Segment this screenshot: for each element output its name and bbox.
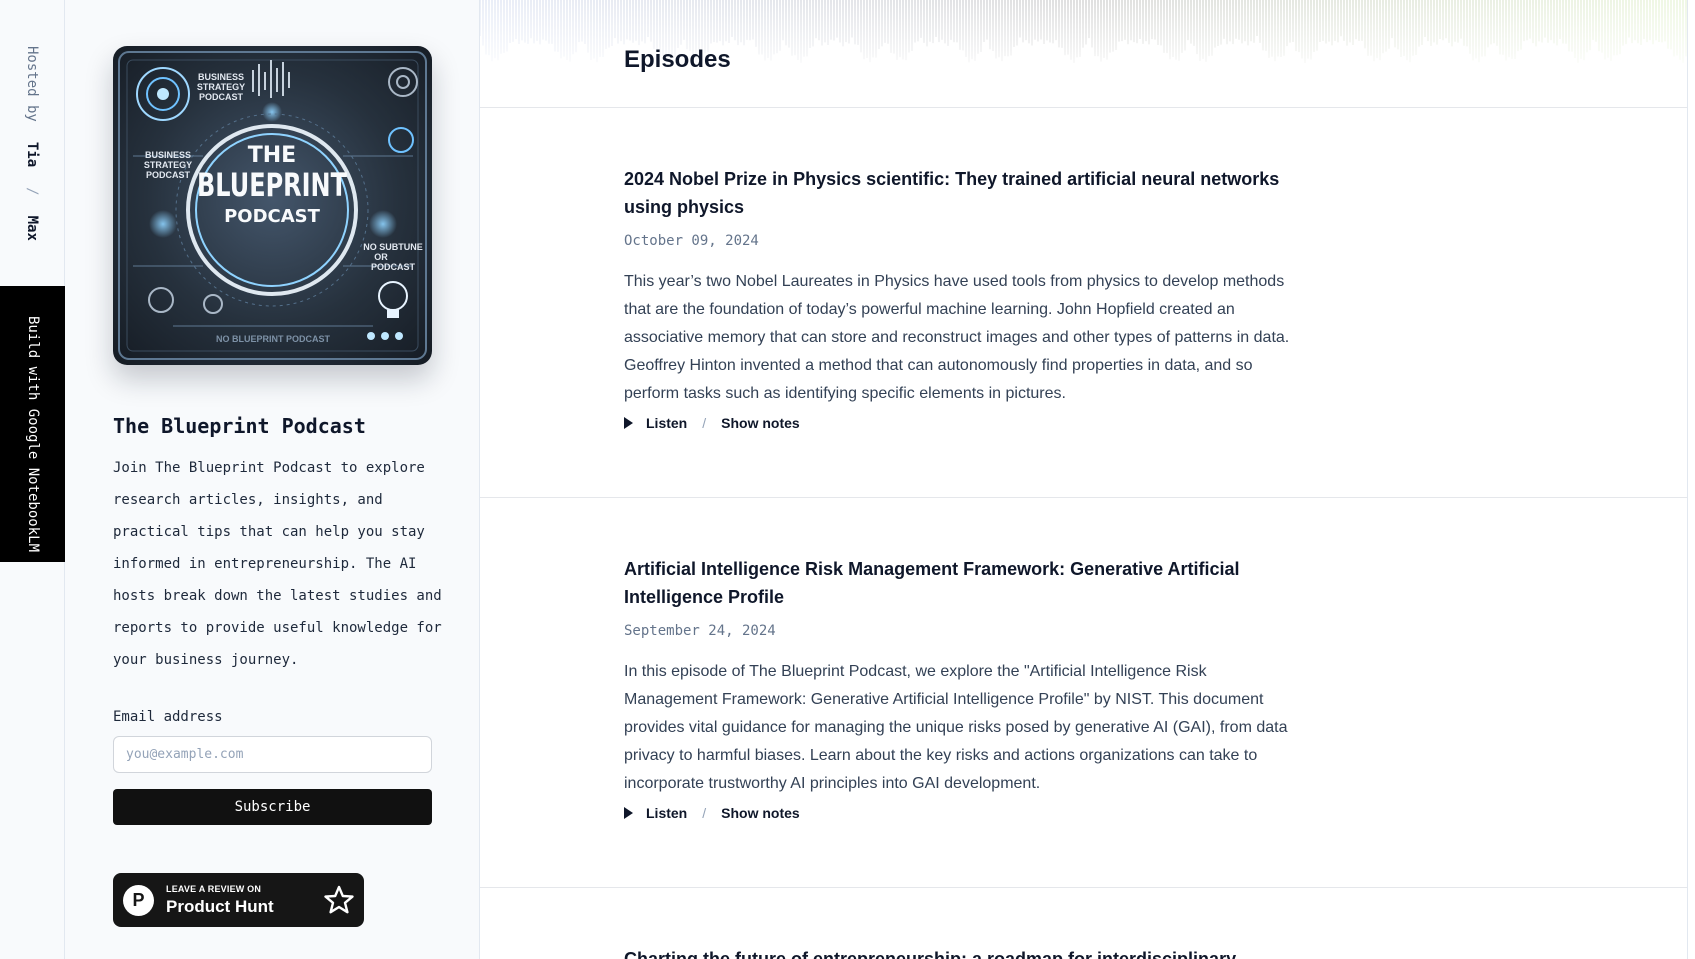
listen-button[interactable]: Listen (646, 805, 687, 821)
show-notes-link[interactable]: Show notes (721, 805, 800, 821)
episode-description: In this episode of The Blueprint Podcast… (624, 663, 1288, 792)
cover-right-badge-2: OR (374, 252, 388, 262)
play-icon[interactable] (624, 807, 633, 819)
episode-date: October 09, 2024 (624, 233, 759, 249)
episodes-main: Episodes 2024 Nobel Prize in Physics sci… (480, 0, 1687, 959)
play-icon[interactable] (624, 417, 633, 429)
cover-right-badge-3: PODCAST (371, 262, 416, 272)
episode-description: This year’s two Nobel Laureates in Physi… (624, 273, 1290, 402)
podcast-sidebar: BUSINESS STRATEGY PODCAST BUSINESS STRAT… (65, 0, 480, 959)
podcast-description: Join The Blueprint Podcast to explore re… (113, 460, 442, 668)
cover-main-line-2: BLUEPRINT (197, 166, 347, 204)
cover-footer-text: NO BLUEPRINT PODCAST (216, 334, 331, 344)
episodes-header: Episodes (480, 0, 1687, 108)
cover-top-badge-3: PODCAST (199, 92, 244, 102)
left-rail: Hosted by Tia / Max Build with Google Noteb… (0, 0, 65, 959)
cover-right-badge-1: NO SUBTUNE (363, 242, 423, 252)
cover-left-badge-1: BUSINESS (145, 150, 191, 160)
listen-button[interactable]: Listen (646, 415, 687, 431)
episode-actions: Listen / Show notes (624, 415, 800, 431)
subscribe-button[interactable]: Subscribe (113, 789, 432, 825)
cover-left-badge-3: PODCAST (146, 170, 191, 180)
cover-art-graphic: BUSINESS STRATEGY PODCAST BUSINESS STRAT… (118, 51, 427, 360)
episode-title[interactable]: 2024 Nobel Prize in Physics scientific: … (624, 165, 1304, 221)
podcast-cover-art: BUSINESS STRATEGY PODCAST BUSINESS STRAT… (113, 46, 432, 365)
product-hunt-review-badge[interactable]: P LEAVE A REVIEW ON Product Hunt (113, 873, 364, 927)
host-separator: / (24, 187, 40, 196)
cover-top-badge-1: BUSINESS (198, 72, 244, 82)
episode-item: Charting the future of entrepreneurship:… (480, 888, 1687, 959)
episode-date: September 24, 2024 (624, 623, 776, 639)
episodes-title: Episodes (624, 46, 731, 73)
action-separator: / (702, 415, 707, 431)
build-with-notebooklm-link[interactable]: Build with Google NotebookLM (0, 286, 65, 562)
star-icon (324, 885, 354, 914)
right-edge-panel (1687, 0, 1695, 959)
hosted-by-label: Hosted by (24, 46, 40, 122)
product-hunt-logo-icon: P (123, 885, 154, 916)
episode-item: 2024 Nobel Prize in Physics scientific: … (480, 108, 1687, 498)
cover-main-line-1: THE (248, 143, 296, 168)
cover-top-badge-2: STRATEGY (197, 82, 245, 92)
host-name-tia: Tia (24, 141, 40, 168)
hosted-by: Hosted by Tia / Max (21, 46, 43, 241)
product-hunt-small-text: LEAVE A REVIEW ON (166, 884, 262, 894)
episode-actions: Listen / Show notes (624, 805, 800, 821)
episode-title[interactable]: Charting the future of entrepreneurship:… (624, 945, 1304, 959)
email-label: Email address (113, 709, 223, 725)
podcast-title: The Blueprint Podcast (113, 414, 366, 438)
episode-title[interactable]: Artificial Intelligence Risk Management … (624, 555, 1304, 611)
host-name-max: Max (24, 215, 40, 241)
product-hunt-big-text: Product Hunt (166, 897, 274, 916)
cover-main-line-3: PODCAST (224, 206, 321, 227)
email-input[interactable] (113, 736, 432, 773)
episode-item: Artificial Intelligence Risk Management … (480, 498, 1687, 888)
action-separator: / (702, 805, 707, 821)
cover-left-badge-2: STRATEGY (144, 160, 192, 170)
show-notes-link[interactable]: Show notes (721, 415, 800, 431)
